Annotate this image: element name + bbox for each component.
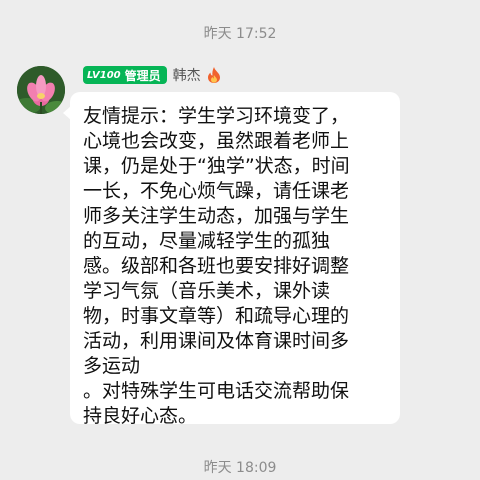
timestamp-top: 昨天 17:52 [203, 26, 277, 42]
badge-role: 管理员 [124, 68, 161, 83]
message-bubble[interactable]: 友情提示：学生学习环境变了， 心境也会改变，虽然跟着老师上 课，仍是处于“独学”… [63, 92, 400, 427]
timestamp-bottom: 昨天 18:09 [203, 460, 277, 476]
badge-level: LV100 [87, 69, 121, 81]
member-badge: LV100 管理员 [83, 66, 167, 84]
sender-name[interactable]: 韩杰 [173, 65, 201, 85]
lotus-flower-icon [17, 66, 65, 114]
sender-meta: LV100 管理员 韩杰 [83, 65, 221, 85]
fire-icon [207, 67, 221, 83]
message-text: 友情提示：学生学习环境变了， 心境也会改变，虽然跟着老师上 课，仍是处于“独学”… [83, 105, 350, 427]
avatar[interactable] [17, 66, 65, 114]
